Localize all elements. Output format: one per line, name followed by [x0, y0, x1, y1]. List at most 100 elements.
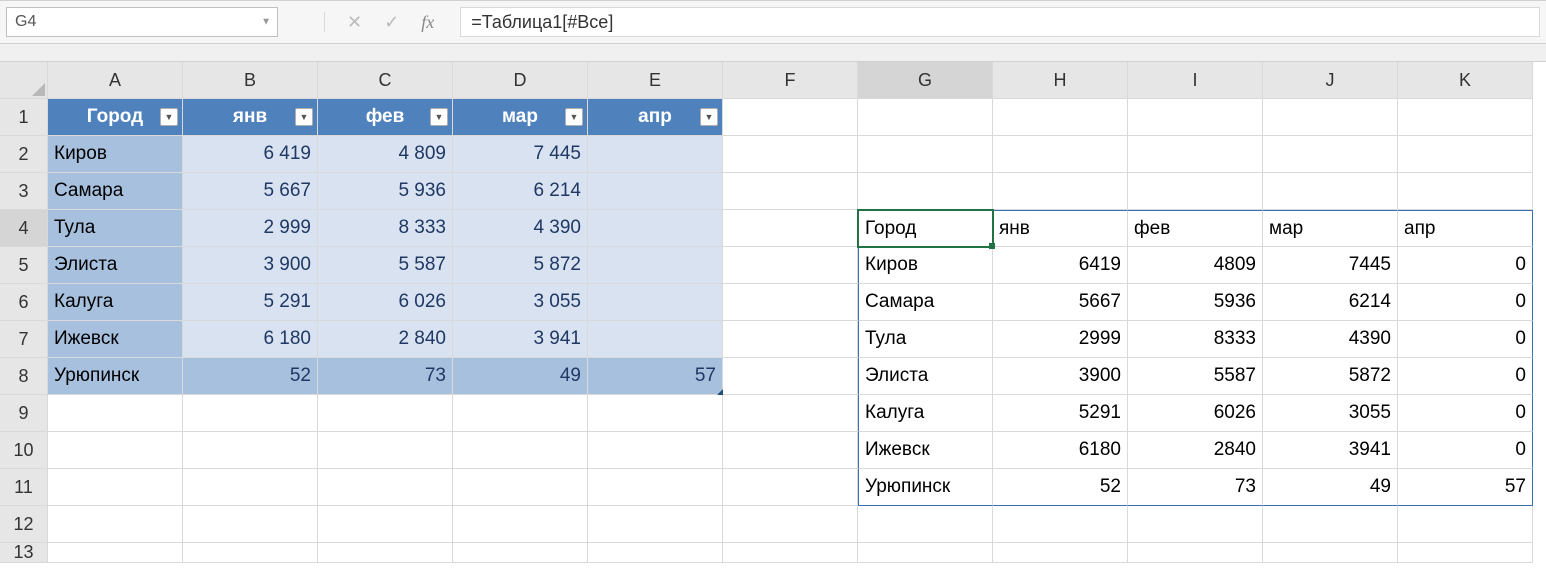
- table-header-apr[interactable]: апр▼: [588, 99, 723, 136]
- cell[interactable]: Тула: [48, 210, 183, 247]
- cell[interactable]: мар: [1263, 210, 1398, 247]
- cell[interactable]: [1263, 136, 1398, 173]
- row-header-1[interactable]: 1: [0, 99, 48, 136]
- cell[interactable]: 4390: [1263, 321, 1398, 358]
- cell[interactable]: 6214: [1263, 284, 1398, 321]
- cell[interactable]: [1398, 99, 1533, 136]
- cell[interactable]: [1128, 173, 1263, 210]
- cell[interactable]: [723, 543, 858, 563]
- cell[interactable]: Ижевск: [858, 432, 993, 469]
- cell[interactable]: [723, 506, 858, 543]
- cell[interactable]: 0: [1398, 432, 1533, 469]
- cell[interactable]: [723, 395, 858, 432]
- chevron-down-icon[interactable]: ▼: [261, 17, 271, 28]
- cell[interactable]: [723, 173, 858, 210]
- cell[interactable]: Киров: [48, 136, 183, 173]
- row-header-9[interactable]: 9: [0, 395, 48, 432]
- filter-icon[interactable]: ▼: [430, 108, 448, 126]
- row-header-2[interactable]: 2: [0, 136, 48, 173]
- cell[interactable]: 5291: [993, 395, 1128, 432]
- cell[interactable]: [723, 247, 858, 284]
- row-header-10[interactable]: 10: [0, 432, 48, 469]
- cell[interactable]: [723, 136, 858, 173]
- cell[interactable]: [588, 173, 723, 210]
- cell[interactable]: [453, 432, 588, 469]
- col-header-D[interactable]: D: [453, 62, 588, 99]
- cell[interactable]: 3055: [1263, 395, 1398, 432]
- cell[interactable]: 8333: [1128, 321, 1263, 358]
- cell[interactable]: [723, 432, 858, 469]
- cell[interactable]: [993, 543, 1128, 563]
- cell[interactable]: 2 999: [183, 210, 318, 247]
- col-header-F[interactable]: F: [723, 62, 858, 99]
- cell[interactable]: [1128, 99, 1263, 136]
- cell[interactable]: Самара: [48, 173, 183, 210]
- cell[interactable]: Элиста: [858, 358, 993, 395]
- cell[interactable]: 0: [1398, 284, 1533, 321]
- cell[interactable]: 6419: [993, 247, 1128, 284]
- cell[interactable]: 5667: [993, 284, 1128, 321]
- cell[interactable]: [723, 99, 858, 136]
- cell[interactable]: Тула: [858, 321, 993, 358]
- cell[interactable]: 2 840: [318, 321, 453, 358]
- active-cell-G4[interactable]: Город: [858, 210, 993, 247]
- cell[interactable]: [453, 469, 588, 506]
- col-header-E[interactable]: E: [588, 62, 723, 99]
- cell[interactable]: [183, 432, 318, 469]
- cell[interactable]: 6 180: [183, 321, 318, 358]
- cell[interactable]: 6 419: [183, 136, 318, 173]
- row-header-6[interactable]: 6: [0, 284, 48, 321]
- cell[interactable]: 4 809: [318, 136, 453, 173]
- cell[interactable]: 52: [183, 358, 318, 395]
- cell[interactable]: 2840: [1128, 432, 1263, 469]
- cell[interactable]: [48, 469, 183, 506]
- cell[interactable]: [453, 506, 588, 543]
- cell[interactable]: [318, 506, 453, 543]
- filter-icon[interactable]: ▼: [160, 108, 178, 126]
- cell[interactable]: 6026: [1128, 395, 1263, 432]
- cell[interactable]: 3 055: [453, 284, 588, 321]
- cell[interactable]: [1263, 543, 1398, 563]
- cell[interactable]: 5936: [1128, 284, 1263, 321]
- table-header-feb[interactable]: фев▼: [318, 99, 453, 136]
- cell[interactable]: [1263, 506, 1398, 543]
- cell[interactable]: [48, 395, 183, 432]
- col-header-J[interactable]: J: [1263, 62, 1398, 99]
- cell[interactable]: [1263, 173, 1398, 210]
- cell[interactable]: [453, 543, 588, 563]
- filter-icon[interactable]: ▼: [295, 108, 313, 126]
- cell[interactable]: 3941: [1263, 432, 1398, 469]
- cell[interactable]: 4 390: [453, 210, 588, 247]
- cell[interactable]: 5872: [1263, 358, 1398, 395]
- cell[interactable]: [588, 395, 723, 432]
- cell[interactable]: 7445: [1263, 247, 1398, 284]
- cell[interactable]: 73: [318, 358, 453, 395]
- cell[interactable]: [588, 321, 723, 358]
- cell[interactable]: 8 333: [318, 210, 453, 247]
- cell[interactable]: [723, 284, 858, 321]
- cell[interactable]: Калуга: [48, 284, 183, 321]
- cell[interactable]: [48, 432, 183, 469]
- cell[interactable]: [858, 506, 993, 543]
- cell[interactable]: [588, 284, 723, 321]
- cell[interactable]: [858, 136, 993, 173]
- cell[interactable]: 5 936: [318, 173, 453, 210]
- cell[interactable]: [588, 506, 723, 543]
- cell[interactable]: [1398, 506, 1533, 543]
- cell[interactable]: 7 445: [453, 136, 588, 173]
- cell[interactable]: 49: [453, 358, 588, 395]
- row-header-13[interactable]: 13: [0, 543, 48, 563]
- cell[interactable]: [588, 210, 723, 247]
- cell[interactable]: 73: [1128, 469, 1263, 506]
- table-header-city[interactable]: Город▼: [48, 99, 183, 136]
- cell[interactable]: 5 667: [183, 173, 318, 210]
- cell[interactable]: [993, 173, 1128, 210]
- cell[interactable]: Урюпинск: [858, 469, 993, 506]
- cell[interactable]: 3 900: [183, 247, 318, 284]
- table-header-jan[interactable]: янв▼: [183, 99, 318, 136]
- cell[interactable]: [183, 395, 318, 432]
- cell[interactable]: [993, 99, 1128, 136]
- cell[interactable]: [183, 506, 318, 543]
- fx-button[interactable]: fx: [421, 12, 434, 33]
- cell[interactable]: [993, 506, 1128, 543]
